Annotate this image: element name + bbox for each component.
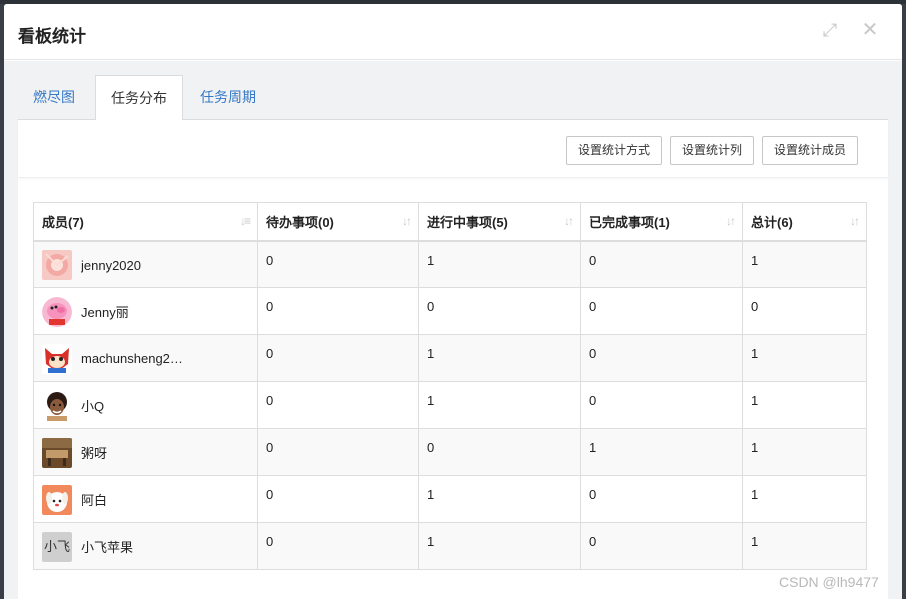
total-cell: 0	[742, 287, 867, 335]
table-row: jenny2020 0 1 0 1	[33, 240, 867, 288]
toolbar: 设置统计方式 设置统计列 设置统计成员	[18, 120, 888, 178]
table-header-row: 成员(7) ↓≡ 待办事项(0) ↓↑ 进行中事项(5) ↓↑ 已完成事项(1) ↓↑ …	[33, 202, 867, 242]
stats-modal: 看板统计 ⤢ ✕ 燃尽图 任务分布 任务周期 设置统计方式 设置统计列 设置统计…	[4, 4, 902, 599]
modal-header: 看板统计 ⤢ ✕	[4, 4, 902, 60]
in-progress-cell: 1	[418, 475, 581, 523]
todo-cell: 0	[257, 428, 419, 476]
member-cell: Jenny丽	[33, 287, 258, 335]
sort-icon[interactable]: ↓↑	[850, 214, 860, 228]
member-name: 粥呀	[81, 446, 108, 461]
total-cell: 1	[742, 334, 867, 382]
set-columns-button[interactable]: 设置统计列	[670, 136, 755, 165]
in-progress-cell: 1	[418, 334, 581, 382]
member-cell: machunsheng2…	[33, 334, 258, 382]
member-name: Jenny丽	[81, 305, 129, 320]
member-cell: 粥呀	[33, 428, 258, 476]
white-puppy-avatar	[42, 484, 72, 515]
red-fox-avatar	[42, 343, 72, 374]
set-method-button[interactable]: 设置统计方式	[566, 136, 663, 165]
wooden-room-avatar	[42, 437, 72, 468]
member-cell: jenny2020	[33, 240, 258, 288]
todo-cell: 0	[257, 475, 419, 523]
member-name: 小飞苹果	[81, 540, 134, 555]
tab-bar: 燃尽图 任务分布 任务周期	[18, 75, 888, 121]
member-cell: 小飞 小飞苹果	[33, 522, 258, 570]
in-progress-cell: 1	[418, 240, 581, 288]
set-members-button[interactable]: 设置统计成员	[762, 136, 859, 165]
table-row: machunsheng2… 0 1 0 1	[33, 334, 867, 382]
todo-cell: 0	[257, 381, 419, 429]
curly-hair-avatar	[42, 390, 72, 421]
tab-task-cycle[interactable]: 任务周期	[185, 75, 271, 120]
table-row: 阿白 0 1 0 1	[33, 475, 867, 523]
column-header-in-progress[interactable]: 进行中事项(5) ↓↑	[418, 202, 581, 242]
table-row: Jenny丽 0 0 0 0	[33, 287, 867, 335]
flower-avatar	[42, 250, 72, 280]
member-name: jenny2020	[81, 257, 141, 273]
distribution-panel: 设置统计方式 设置统计列 设置统计成员 成员(7) ↓≡ 待办事项(0) ↓↑ 进行	[18, 120, 888, 599]
todo-cell: 0	[257, 287, 419, 335]
modal-body: 燃尽图 任务分布 任务周期 设置统计方式 设置统计列 设置统计成员 成员(7) …	[4, 61, 902, 599]
modal-title: 看板统计	[18, 27, 86, 46]
column-header-total[interactable]: 总计(6) ↓↑	[742, 202, 867, 242]
total-cell: 1	[742, 381, 867, 429]
column-header-label: 已完成事项(1)	[589, 214, 670, 230]
done-cell: 0	[580, 381, 743, 429]
member-name: 阿白	[81, 493, 108, 508]
done-cell: 1	[580, 428, 743, 476]
in-progress-cell: 1	[418, 381, 581, 429]
column-header-done[interactable]: 已完成事项(1) ↓↑	[580, 202, 743, 242]
done-cell: 0	[580, 334, 743, 382]
sort-icon[interactable]: ↓↑	[564, 214, 574, 228]
done-cell: 0	[580, 240, 743, 288]
member-cell: 小Q	[33, 381, 258, 429]
column-header-label: 总计(6)	[751, 214, 793, 230]
sort-icon[interactable]: ↓↑	[402, 214, 412, 228]
done-cell: 0	[580, 475, 743, 523]
in-progress-cell: 1	[418, 522, 581, 570]
column-header-label: 待办事项(0)	[266, 214, 334, 230]
column-header-todo[interactable]: 待办事项(0) ↓↑	[257, 202, 419, 242]
column-header-label: 进行中事项(5)	[427, 214, 508, 230]
todo-cell: 0	[257, 522, 419, 570]
member-name: 小Q	[81, 399, 105, 414]
done-cell: 0	[580, 287, 743, 335]
column-header-member[interactable]: 成员(7) ↓≡	[33, 202, 258, 242]
column-header-label: 成员(7)	[42, 214, 84, 230]
tab-task-distribution[interactable]: 任务分布	[95, 75, 183, 121]
sort-icon[interactable]: ↓↑	[726, 214, 736, 228]
sort-desc-icon[interactable]: ↓≡	[240, 214, 251, 228]
table-row: 小Q 0 1 0 1	[33, 381, 867, 429]
total-cell: 1	[742, 475, 867, 523]
in-progress-cell: 0	[418, 428, 581, 476]
table-row: 粥呀 0 0 1 1	[33, 428, 867, 476]
in-progress-cell: 0	[418, 287, 581, 335]
total-cell: 1	[742, 240, 867, 288]
tab-burndown[interactable]: 燃尽图	[18, 75, 90, 120]
close-icon[interactable]: ✕	[860, 20, 880, 40]
member-cell: 阿白	[33, 475, 258, 523]
distribution-table: 成员(7) ↓≡ 待办事项(0) ↓↑ 进行中事项(5) ↓↑ 已完成事项(1) ↓↑ …	[33, 202, 867, 570]
done-cell: 0	[580, 522, 743, 570]
total-cell: 1	[742, 522, 867, 570]
peppa-pig-avatar	[42, 296, 72, 327]
todo-cell: 0	[257, 334, 419, 382]
expand-icon[interactable]: ⤢	[820, 20, 840, 40]
member-name: machunsheng2…	[81, 351, 183, 366]
table-row: 小飞 小飞苹果 0 1 0 1	[33, 522, 867, 570]
text-avatar: 小飞	[42, 531, 72, 562]
watermark: CSDN @lh9477	[779, 574, 879, 590]
total-cell: 1	[742, 428, 867, 476]
todo-cell: 0	[257, 240, 419, 288]
